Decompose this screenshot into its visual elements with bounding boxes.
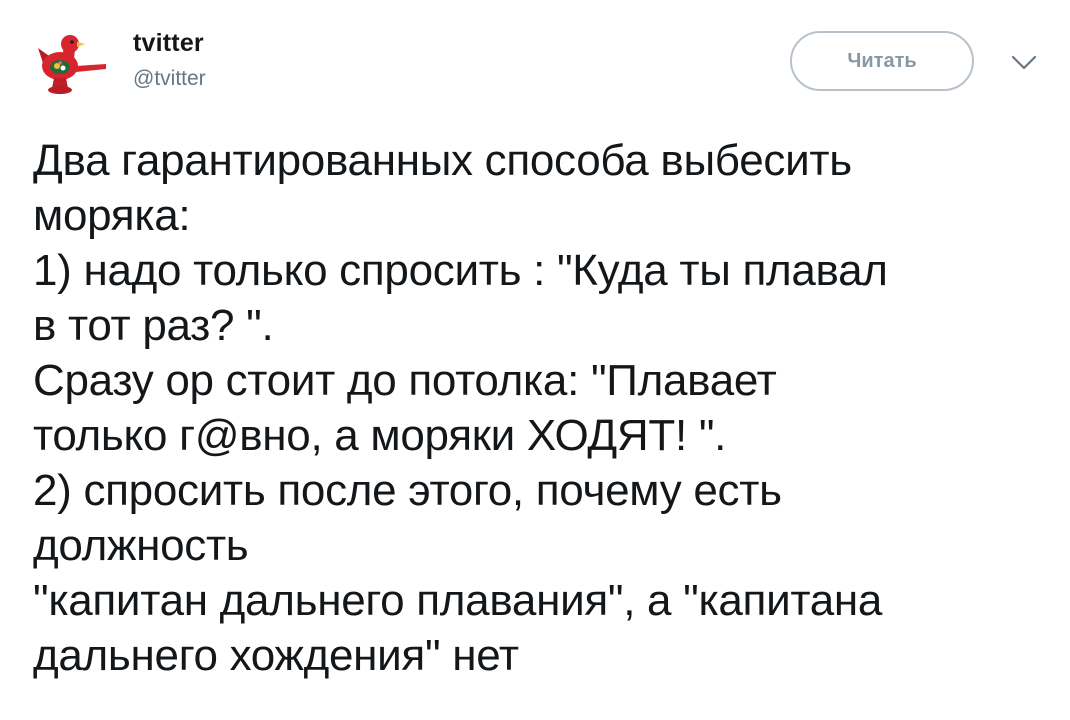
tweet-text: Два гарантированных способа выбесить мор…: [33, 136, 888, 680]
avatar[interactable]: [30, 22, 110, 102]
red-bird-whistle-icon: [38, 35, 106, 94]
follow-button[interactable]: Читать: [790, 31, 974, 91]
user-handle[interactable]: @tvitter: [133, 66, 206, 92]
tweet-card: tvitter @tvitter Читать Два гарантирован…: [0, 0, 1070, 720]
display-name[interactable]: tvitter: [133, 28, 206, 58]
chevron-down-icon[interactable]: [1010, 54, 1038, 72]
user-info: tvitter @tvitter: [133, 28, 206, 92]
